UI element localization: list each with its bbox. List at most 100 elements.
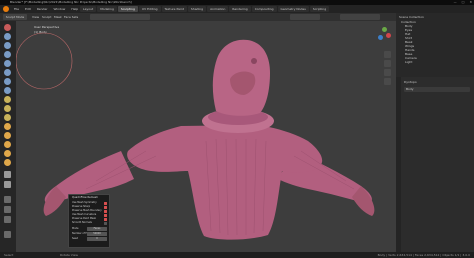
outliner-row[interactable]: Camera <box>397 56 473 60</box>
scale-tool-icon[interactable] <box>4 216 11 223</box>
tab-texture-paint[interactable]: Texture Paint <box>161 6 187 12</box>
option-label: Use Mesh Symmetry <box>72 201 97 204</box>
y-axis-icon[interactable] <box>382 27 387 32</box>
outliner-row[interactable]: Body <box>397 24 473 28</box>
option-smooth-normals[interactable]: Smooth Normals <box>72 221 107 225</box>
mode-label: Sculpt Mode <box>5 15 25 19</box>
field-label: Mode <box>72 227 79 230</box>
box-mask-icon[interactable] <box>4 181 11 188</box>
quadriflow-remesh-dialog: QuadriFlow Remesh Use Mesh Symmetry Pres… <box>68 194 110 248</box>
menu-face-sets[interactable]: Face Sets <box>64 14 78 20</box>
outliner-row[interactable]: Eyes <box>397 28 473 32</box>
tab-sculpting[interactable]: Sculpting <box>117 6 138 12</box>
layer-brush-icon[interactable] <box>4 69 11 76</box>
perspective-toggle-icon[interactable] <box>384 78 391 85</box>
tab-rendering[interactable]: Rendering <box>229 6 251 12</box>
eye <box>251 58 257 64</box>
viewport-header: Sculpt Mode View Sculpt Mask Face Sets <box>0 13 396 21</box>
camera-view-icon[interactable] <box>384 69 391 76</box>
smooth-brush-icon[interactable] <box>4 105 11 112</box>
draw-brush-icon[interactable] <box>4 24 11 31</box>
outliner-row[interactable]: Wings <box>397 44 473 48</box>
properties-panel: Dyntopo Body <box>396 77 474 252</box>
clay-strips-brush-icon[interactable] <box>4 51 11 58</box>
pan-icon[interactable] <box>384 60 391 67</box>
rotate-tool-icon[interactable] <box>4 206 11 213</box>
z-axis-icon[interactable] <box>378 35 383 40</box>
menu-sculpt[interactable]: Sculpt <box>42 14 51 20</box>
x-axis-icon[interactable] <box>386 33 391 38</box>
outliner-panel: Scene Collection Collection Body Eyes Ha… <box>396 13 474 83</box>
status-select: Select <box>4 253 14 257</box>
snake-hook-brush-icon[interactable] <box>4 159 11 166</box>
option-label: Preserve Sharp <box>72 205 91 208</box>
mode-select[interactable]: Faces <box>87 227 107 231</box>
seed-field[interactable]: Seed 0 <box>72 237 107 241</box>
pinch-brush-icon[interactable] <box>4 141 11 148</box>
tab-animation[interactable]: Animation <box>207 6 229 12</box>
tab-shading[interactable]: Shading <box>187 6 207 12</box>
inflate-brush-icon[interactable] <box>4 78 11 85</box>
outliner-row[interactable]: Hat <box>397 32 473 36</box>
outliner-row[interactable]: Shirt <box>397 36 473 40</box>
menu-render[interactable]: Render <box>37 6 48 12</box>
checkbox[interactable] <box>104 221 107 225</box>
navigation-gizmo[interactable] <box>372 25 394 47</box>
tab-scripting[interactable]: Scripting <box>309 6 330 12</box>
move-tool-icon[interactable] <box>4 196 11 203</box>
menu-bar: File Edit Render Window Help Layout Mode… <box>0 5 474 13</box>
mode-dropdown[interactable]: Sculpt Mode <box>3 14 27 20</box>
brush-radius-cursor <box>16 32 73 90</box>
fill-brush-icon[interactable] <box>4 123 11 130</box>
tab-uv-editing[interactable]: UV Editing <box>138 6 161 12</box>
menu-window[interactable]: Window <box>54 6 66 12</box>
option-label: Smooth Normals <box>72 221 92 224</box>
shading-buttons[interactable] <box>340 14 380 20</box>
grab-brush-icon[interactable] <box>4 150 11 157</box>
menu-edit[interactable]: Edit <box>25 6 31 12</box>
tab-layout[interactable]: Layout <box>80 6 97 12</box>
mode-field[interactable]: Mode Faces <box>72 227 107 231</box>
status-stats: Body | Verts 2,634,514 | Faces 2,634,512… <box>377 253 470 257</box>
properties-object-label: Body <box>406 87 414 91</box>
scrape-brush-icon[interactable] <box>4 132 11 139</box>
symmetry-buttons[interactable] <box>290 14 320 20</box>
brush-settings[interactable] <box>90 14 150 20</box>
menu-mask[interactable]: Mask <box>54 14 62 20</box>
draw-sharp-brush-icon[interactable] <box>4 33 11 40</box>
outliner-row[interactable]: Beak <box>397 40 473 44</box>
tab-modeling[interactable]: Modeling <box>97 6 117 12</box>
flatten-brush-icon[interactable] <box>4 114 11 121</box>
properties-section-header[interactable]: Dyntopo <box>404 80 417 84</box>
zoom-icon[interactable] <box>384 51 391 58</box>
menu-file[interactable]: File <box>14 6 19 12</box>
clay-brush-icon[interactable] <box>4 42 11 49</box>
crease-brush-icon[interactable] <box>4 96 11 103</box>
properties-tab-strip <box>396 77 401 252</box>
faces-input[interactable]: 50000 <box>87 232 107 236</box>
option-label: Use Mesh Curvature <box>72 213 97 216</box>
outliner-row-label: Light <box>405 60 413 64</box>
tab-compositing[interactable]: Compositing <box>251 6 277 12</box>
properties-object-field[interactable]: Body <box>404 87 470 92</box>
menu-view[interactable]: View <box>32 14 39 20</box>
status-bar: Select Rotate View Body | Verts 2,634,51… <box>0 252 474 258</box>
outliner-row[interactable]: Collection <box>397 20 473 24</box>
mask-brush-icon[interactable] <box>4 171 11 178</box>
tab-geometry-nodes[interactable]: Geometry Nodes <box>277 6 309 12</box>
option-label: Preserve Paint Mask <box>72 217 96 220</box>
seed-input[interactable]: 0 <box>87 237 107 241</box>
clay-thumb-brush-icon[interactable] <box>4 60 11 67</box>
status-rotate-view: Rotate View <box>60 253 78 257</box>
menu-help[interactable]: Help <box>71 6 78 12</box>
outliner-row[interactable]: Light <box>397 60 473 64</box>
blender-logo-icon[interactable] <box>3 6 9 12</box>
outliner-title: Scene Collection <box>399 15 424 19</box>
field-label: Seed <box>72 237 78 240</box>
faces-field[interactable]: Number of Faces 50000 <box>72 232 107 236</box>
outliner-row[interactable]: Base <box>397 52 473 56</box>
blob-brush-icon[interactable] <box>4 87 11 94</box>
annotate-tool-icon[interactable] <box>4 231 11 238</box>
tool-shelf <box>0 21 16 252</box>
outliner-row[interactable]: Hands <box>397 48 473 52</box>
